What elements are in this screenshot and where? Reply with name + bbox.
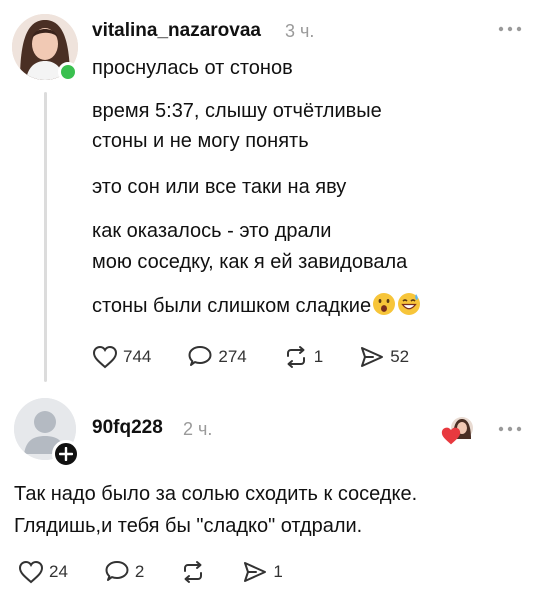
post-text-line: стоны и не могу понять: [92, 130, 309, 152]
heart-icon: [18, 560, 44, 584]
post-text-line: время 5:37, слышу отчётливые: [92, 100, 382, 122]
post-text-line: это сон или все таки на яву: [92, 176, 347, 198]
reply-text-line: Так надо было за солью сходить к соседке…: [14, 483, 418, 505]
online-status-indicator: [58, 62, 78, 82]
anguished-face-emoji: [373, 293, 396, 315]
post-text-last-line: стоны были слишком сладкие: [92, 291, 421, 321]
reply-like-count: 24: [49, 562, 68, 581]
reply-share-button[interactable]: 1: [242, 560, 283, 584]
post-text-line: проснулась от стонов: [92, 57, 293, 79]
share-count: 52: [390, 347, 410, 366]
like-count: 744: [123, 347, 152, 366]
comment-icon: [188, 346, 212, 366]
post-text-line: как оказалось - это драли: [92, 220, 332, 242]
username[interactable]: vitalina_nazarovaa: [92, 20, 261, 42]
post-time: 3 ч.: [285, 21, 315, 41]
repost-button[interactable]: 1: [283, 345, 323, 369]
comment-button[interactable]: 274: [187, 345, 247, 369]
reply-share-count: 1: [273, 562, 283, 581]
reply-comment-count: 2: [134, 562, 145, 581]
like-button[interactable]: 744: [92, 345, 151, 369]
repost-count: 1: [313, 347, 324, 366]
reply-actions: 24 2 1: [18, 560, 319, 584]
comment-icon: [105, 561, 129, 581]
reply-username[interactable]: 90fq228: [92, 417, 163, 439]
grinning-sweat-emoji: [398, 293, 421, 315]
reply-comment-button[interactable]: 2: [104, 560, 144, 584]
more-options-icon[interactable]: [496, 24, 524, 34]
repost-icon: [184, 561, 203, 583]
heart-filled-icon: [441, 427, 461, 445]
main-post: vitalina_nazarovaa 3 ч. проснулась от ст…: [0, 0, 544, 392]
send-icon: [244, 562, 267, 582]
post-text-line: стоны были слишком сладкие: [92, 295, 372, 317]
thread-line: [44, 92, 47, 382]
comment-count: 274: [218, 347, 247, 366]
author-liked-indicator: [440, 414, 476, 448]
post-text-line: мою соседку, как я ей завидовала: [92, 251, 408, 273]
send-icon: [361, 347, 384, 367]
heart-icon: [92, 345, 118, 369]
post-actions: 744 274 1 52: [92, 345, 445, 369]
share-button[interactable]: 52: [359, 345, 409, 369]
reply-text-line: Глядишь,и тебя бы "сладко" отдрали.: [14, 515, 363, 537]
repost-icon: [286, 346, 305, 368]
reply-repost-button[interactable]: [180, 560, 206, 584]
reply-more-options-icon[interactable]: [496, 424, 524, 434]
reply-post: 90fq228 2 ч. Так надо было за солью сход…: [0, 392, 544, 600]
reply-like-button[interactable]: 24: [18, 560, 68, 584]
plus-icon: [59, 447, 73, 461]
reply-time: 2 ч.: [183, 419, 213, 439]
follow-plus-button[interactable]: [52, 440, 80, 468]
